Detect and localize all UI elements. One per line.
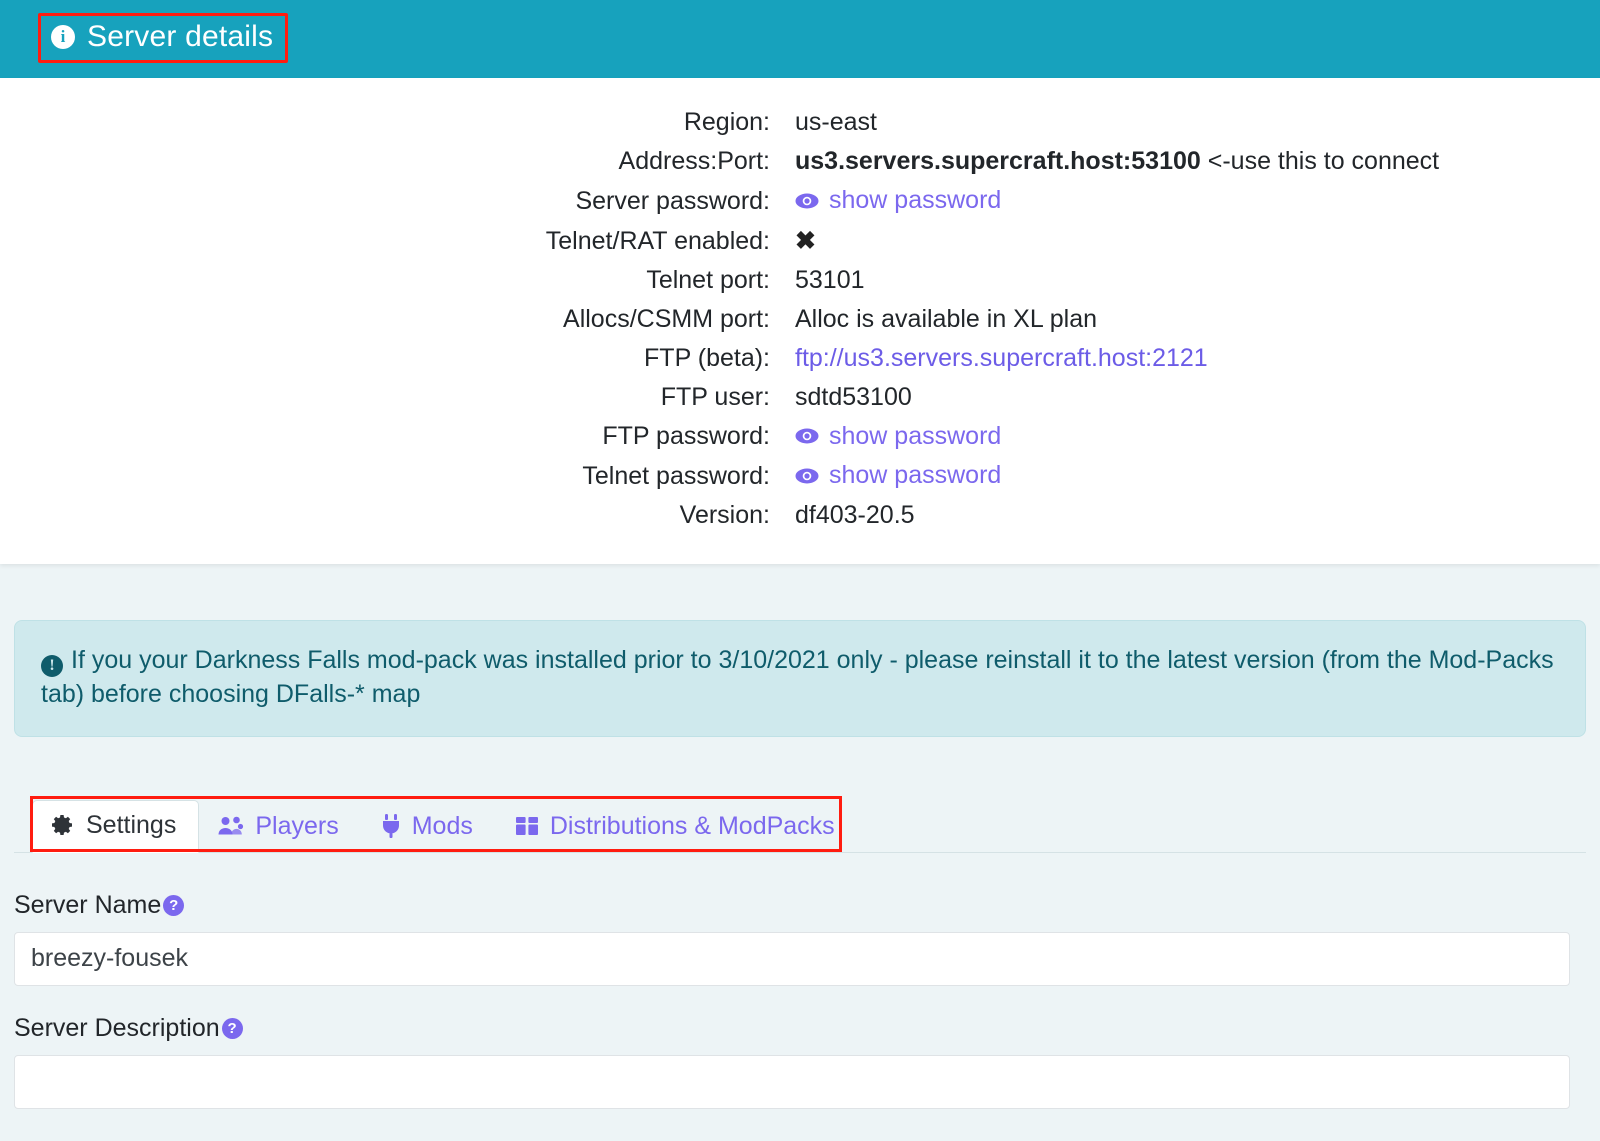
server-description-label-row: Server Description ? bbox=[14, 1014, 1586, 1043]
server-description-input[interactable] bbox=[14, 1054, 1570, 1109]
server-description-field-block: Server Description ? bbox=[14, 1014, 1586, 1109]
address-port-value: us3.servers.supercraft.host:53100 bbox=[795, 147, 1201, 175]
server-name-field-block: Server Name ? bbox=[14, 891, 1586, 986]
show-password-label: show password bbox=[829, 421, 1002, 450]
detail-label: Telnet/RAT enabled: bbox=[545, 226, 770, 255]
detail-value-version: df403-20.5 bbox=[795, 500, 915, 529]
address-port-note: <-use this to connect bbox=[1207, 147, 1440, 175]
eye-icon bbox=[795, 193, 819, 209]
page-header: i Server details bbox=[0, 0, 1600, 78]
show-password-label: show password bbox=[829, 461, 1002, 489]
detail-row-address-port: Address:Port: us3.servers.supercraft.hos… bbox=[0, 147, 1600, 176]
server-name-label: Server Name bbox=[14, 890, 162, 919]
detail-value-allocs-csmm-port: Alloc is available in XL plan bbox=[795, 304, 1098, 333]
cross-icon: ✖ bbox=[795, 226, 816, 255]
detail-label: Telnet port: bbox=[646, 265, 770, 294]
tab-label: Mods bbox=[411, 811, 473, 840]
detail-row-telnet-rat-enabled: Telnet/RAT enabled: ✖ bbox=[0, 226, 1600, 256]
eye-icon bbox=[795, 468, 819, 484]
gear-icon bbox=[51, 813, 75, 837]
tab-players[interactable]: Players bbox=[199, 801, 361, 853]
detail-value-telnet-port: 53101 bbox=[795, 265, 865, 294]
tabs-section: Settings Players Mods Distributions & Mo… bbox=[14, 791, 1586, 853]
show-password-label: show password bbox=[829, 186, 1002, 214]
show-server-password-link[interactable]: show password bbox=[795, 186, 1001, 215]
detail-row-version: Version: df403-20.5 bbox=[0, 501, 1600, 530]
tab-bar: Settings Players Mods Distributions & Mo… bbox=[14, 791, 1586, 853]
tab-distributions-modpacks[interactable]: Distributions & ModPacks bbox=[496, 801, 858, 853]
detail-value-address-port: us3.servers.supercraft.host:53100 <-use … bbox=[770, 147, 1439, 176]
page-body: ! If you your Darkness Falls mod-pack was… bbox=[0, 619, 1600, 1109]
detail-row-ftp-password: FTP password: show password bbox=[0, 422, 1600, 452]
notice-text: If you your Darkness Falls mod-pack was … bbox=[41, 645, 1554, 709]
detail-label: FTP user: bbox=[660, 382, 770, 411]
server-details-card: Region: us-east Address:Port: us3.server… bbox=[0, 78, 1600, 564]
exclamation-circle-icon: ! bbox=[41, 654, 63, 677]
help-icon[interactable]: ? bbox=[163, 894, 185, 916]
detail-row-ftp-beta: FTP (beta): ftp://us3.servers.supercraft… bbox=[0, 344, 1600, 373]
plug-icon bbox=[381, 814, 401, 838]
detail-value-region: us-east bbox=[795, 108, 877, 136]
server-name-input[interactable] bbox=[14, 931, 1570, 986]
server-description-label: Server Description bbox=[14, 1013, 220, 1042]
detail-label: FTP (beta): bbox=[644, 343, 770, 372]
detail-label: Version: bbox=[679, 500, 770, 529]
detail-label: Telnet password: bbox=[582, 461, 770, 490]
detail-label: FTP password: bbox=[602, 422, 770, 450]
detail-row-ftp-user: FTP user: sdtd53100 bbox=[0, 383, 1600, 412]
detail-label: Allocs/CSMM port: bbox=[563, 304, 770, 333]
server-name-label-row: Server Name ? bbox=[14, 891, 1586, 920]
detail-row-server-password: Server password: show password bbox=[0, 186, 1600, 216]
tab-label: Players bbox=[255, 811, 339, 840]
tab-label: Settings bbox=[86, 810, 177, 839]
detail-label: Region: bbox=[683, 108, 770, 136]
detail-row-telnet-port: Telnet port: 53101 bbox=[0, 266, 1600, 295]
detail-row-allocs-csmm-port: Allocs/CSMM port: Alloc is available in … bbox=[0, 305, 1600, 334]
show-ftp-password-link[interactable]: show password bbox=[795, 422, 1001, 451]
tab-mods[interactable]: Mods bbox=[362, 801, 496, 853]
detail-label: Address:Port: bbox=[618, 147, 770, 175]
detail-row-telnet-password: Telnet password: show password bbox=[0, 461, 1600, 491]
detail-label: Server password: bbox=[575, 186, 770, 215]
server-details-heading: i Server details bbox=[38, 13, 289, 63]
settings-form: Server Name ? Server Description ? bbox=[0, 891, 1600, 1109]
ftp-url-link[interactable]: ftp://us3.servers.supercraft.host:2121 bbox=[795, 344, 1208, 372]
tab-label: Distributions & ModPacks bbox=[549, 811, 835, 840]
tab-settings[interactable]: Settings bbox=[32, 799, 200, 853]
users-icon bbox=[218, 815, 244, 837]
box-icon bbox=[515, 814, 539, 838]
eye-icon bbox=[795, 428, 819, 444]
page-title: Server details bbox=[87, 20, 274, 53]
detail-value-ftp-user: sdtd53100 bbox=[795, 382, 912, 411]
modpack-notice-banner: ! If you your Darkness Falls mod-pack was… bbox=[14, 619, 1586, 737]
show-telnet-password-link[interactable]: show password bbox=[795, 461, 1001, 490]
server-details-page: i Server details Region: us-east Address… bbox=[0, 0, 1600, 1141]
detail-row-region: Region: us-east bbox=[0, 108, 1600, 137]
help-icon[interactable]: ? bbox=[221, 1017, 243, 1039]
info-circle-icon: i bbox=[51, 25, 75, 49]
